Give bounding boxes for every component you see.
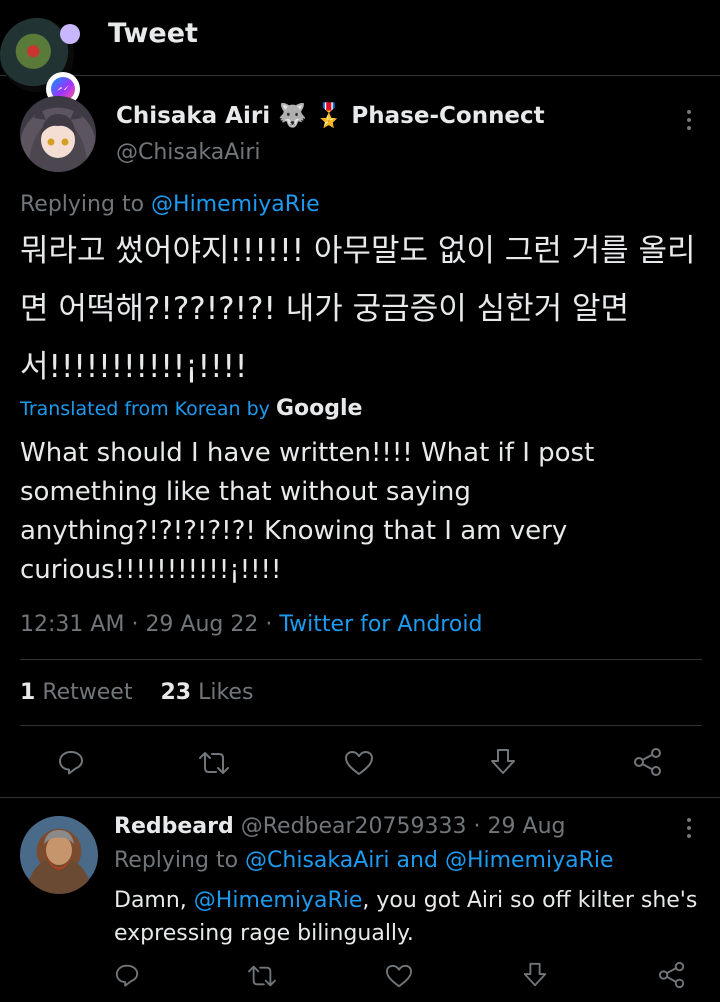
- replying-prefix: Replying to: [20, 192, 145, 217]
- divider: [20, 659, 702, 660]
- tweet-time: 12:31 AM: [20, 612, 125, 637]
- tweet-meta: 12:31 AM · 29 Aug 22 · Twitter for Andro…: [20, 612, 483, 637]
- reply-icon[interactable]: [57, 748, 85, 776]
- notification-dot: [60, 24, 80, 44]
- author-avatar[interactable]: [20, 96, 96, 172]
- tweet-source-link[interactable]: Twitter for Android: [279, 612, 482, 637]
- retweet-stat[interactable]: 1 Retweet: [20, 680, 132, 705]
- reply-mention-link[interactable]: @HimemiyaRie: [445, 848, 614, 873]
- reply-mention-link[interactable]: @ChisakaAiri: [245, 848, 390, 873]
- retweet-icon[interactable]: [247, 963, 277, 989]
- divider: [0, 797, 720, 798]
- share-icon[interactable]: [633, 747, 663, 777]
- reply-author-handle[interactable]: @Redbear20759333: [241, 814, 467, 839]
- reply-date[interactable]: 29 Aug: [488, 814, 566, 839]
- replying-mention-link[interactable]: @HimemiyaRie: [151, 192, 320, 217]
- tweet-date: 29 Aug 22: [145, 612, 259, 637]
- top-bar: Tweet: [0, 0, 720, 106]
- heart-icon[interactable]: [385, 963, 413, 989]
- reply-text-start: Damn,: [114, 888, 187, 913]
- translation-attribution[interactable]: Translated from Korean by Google: [20, 396, 362, 421]
- author-handle[interactable]: @ChisakaAiri: [116, 140, 261, 165]
- retweet-count: 1: [20, 680, 36, 705]
- author-emoji: 🐺 🎖️: [278, 103, 344, 129]
- author-display-name: Chisaka Airi: [116, 103, 271, 129]
- author-name[interactable]: Chisaka Airi 🐺 🎖️ Phase-Connect: [116, 102, 545, 129]
- google-logo: Google: [275, 396, 363, 421]
- retweet-label: Retweet: [42, 680, 133, 705]
- reply-text-mention-link[interactable]: @HimemiyaRie: [194, 888, 363, 913]
- share-icon[interactable]: [658, 961, 686, 989]
- reply-author-name[interactable]: Redbeard: [114, 814, 234, 839]
- bookmark-icon[interactable]: [522, 961, 548, 989]
- page-title: Tweet: [108, 18, 198, 49]
- more-icon[interactable]: [686, 818, 692, 838]
- likes-stat[interactable]: 23 Likes: [160, 680, 253, 705]
- replying-to: Replying to @HimemiyaRie: [20, 192, 320, 217]
- author-affiliation: Phase-Connect: [351, 103, 545, 129]
- reply-replying-and: and: [396, 848, 438, 873]
- reply-icon[interactable]: [114, 962, 140, 988]
- reply-replying-prefix: Replying to: [114, 848, 239, 873]
- divider: [20, 725, 702, 726]
- reply-author-avatar[interactable]: [20, 816, 98, 894]
- tweet-stats: 1 Retweet 23 Likes: [20, 680, 253, 705]
- likes-label: Likes: [198, 680, 254, 705]
- heart-icon[interactable]: [344, 749, 374, 777]
- retweet-icon[interactable]: [198, 749, 230, 777]
- translation-label: Translated from Korean by: [20, 398, 270, 420]
- reply-header: Redbeard @Redbear20759333 · 29 Aug: [114, 814, 566, 839]
- translated-text: What should I have written!!!! What if I…: [20, 438, 595, 585]
- more-icon[interactable]: [686, 110, 692, 130]
- bookmark-icon[interactable]: [489, 747, 517, 777]
- reply-text: Damn, @HimemiyaRie, you got Airi so off …: [114, 884, 714, 950]
- likes-count: 23: [160, 680, 192, 705]
- reply-replying-to: Replying to @ChisakaAiri and @HimemiyaRi…: [114, 848, 614, 873]
- tweet-text: 뭐라고 썼어야지!!!!!! 아무말도 없이 그런 거를 올리면 어떡해?!??…: [20, 233, 696, 385]
